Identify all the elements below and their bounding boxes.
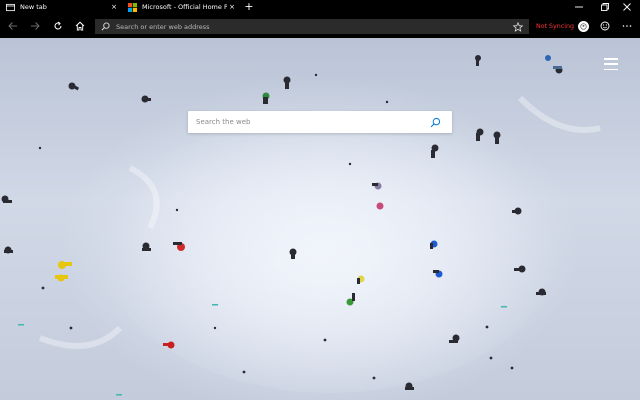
home-icon <box>75 21 85 31</box>
hamburger-menu-icon <box>604 58 618 60</box>
forward-button[interactable] <box>27 18 43 34</box>
refresh-button[interactable] <box>50 18 66 34</box>
address-bar[interactable] <box>95 19 529 34</box>
tab-title: Microsoft - Official Home Page <box>142 3 227 11</box>
close-icon <box>623 3 631 11</box>
refresh-icon <box>54 21 62 30</box>
more-options-button[interactable] <box>619 18 635 34</box>
edge-tab-icon <box>6 3 15 11</box>
tab-bar: New tab × Microsoft - Official Home Page… <box>0 0 640 14</box>
navigation-toolbar: Not Syncing <box>0 14 640 38</box>
ellipsis-icon <box>622 25 632 27</box>
search-icon[interactable] <box>430 117 441 128</box>
home-button[interactable] <box>72 18 88 34</box>
search-icon <box>101 22 110 31</box>
background-image <box>1 55 601 396</box>
tab-title: New tab <box>20 3 47 11</box>
sync-status-button[interactable]: Not Syncing <box>536 20 589 33</box>
address-input[interactable] <box>116 22 513 31</box>
tab-new-tab[interactable]: New tab × <box>0 0 122 14</box>
back-arrow-icon <box>8 22 17 30</box>
tab-microsoft-home[interactable]: Microsoft - Official Home Page × <box>122 0 240 14</box>
tab-close-button[interactable]: × <box>109 3 119 11</box>
smiley-icon <box>600 21 610 31</box>
back-button[interactable] <box>5 18 21 34</box>
feedback-button[interactable] <box>597 18 613 34</box>
forward-arrow-icon <box>31 22 40 30</box>
minimize-icon <box>575 6 583 8</box>
microsoft-logo-icon <box>128 2 137 12</box>
tab-close-button[interactable]: × <box>227 3 237 11</box>
new-tab-button[interactable]: + <box>242 0 256 14</box>
sync-status-label: Not Syncing <box>536 23 574 30</box>
restore-icon <box>601 3 609 11</box>
minimize-button[interactable] <box>566 0 592 14</box>
close-window-button[interactable] <box>614 0 640 14</box>
star-icon[interactable] <box>513 21 523 32</box>
new-tab-page <box>0 38 640 400</box>
profile-icon <box>580 23 587 30</box>
page-settings-button[interactable] <box>604 58 618 70</box>
profile-avatar <box>577 21 589 32</box>
web-search-input[interactable] <box>188 118 430 126</box>
web-search-box[interactable] <box>188 111 452 133</box>
